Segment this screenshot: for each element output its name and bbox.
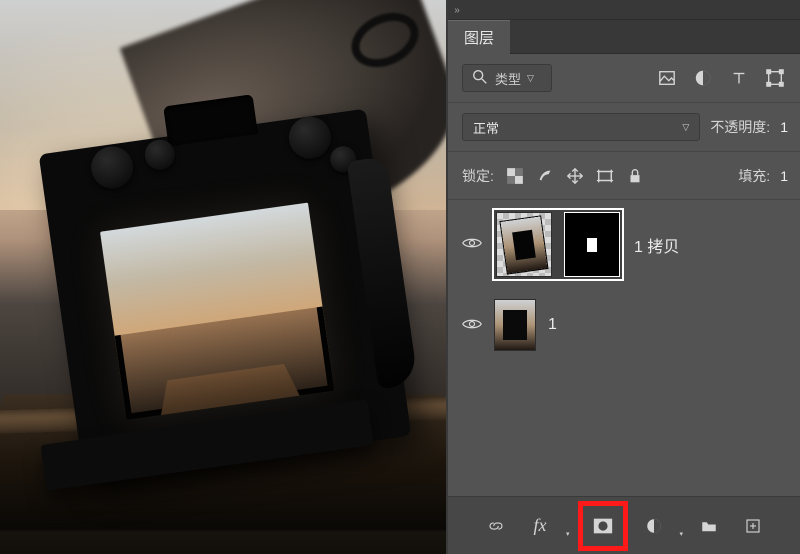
layers-panel-footer: fx ▾ ▾ [448,496,800,554]
lock-all-icon[interactable] [624,163,646,189]
blend-mode-value: 正常 [473,118,499,137]
lock-artboard-icon[interactable] [594,163,616,189]
type-filter-icon[interactable] [726,65,752,91]
lock-label: 锁定: [462,166,494,186]
adjustment-menu-caret[interactable]: ▾ [680,530,684,538]
lock-row: 锁定: 填充: 1 [448,152,800,200]
layers-list: 1 拷贝 1 [448,200,800,496]
visibility-toggle[interactable] [462,236,482,253]
filter-type-label: 类型 [495,69,521,88]
panel-collapse-caret[interactable]: » [448,1,466,19]
panel-header-bar: » [448,0,800,20]
layer-thumbnail[interactable] [496,212,552,277]
chevron-down-icon: ▽ [527,73,534,84]
new-layer-icon[interactable] [735,508,771,544]
fx-menu-caret[interactable]: ▾ [566,530,570,538]
search-icon [471,68,489,89]
blend-mode-row: 正常 ▽ 不透明度: 1 [448,103,800,152]
layer-mask-thumbnail[interactable] [564,212,620,277]
fill-value[interactable]: 1 [780,168,788,184]
image-filter-icon[interactable] [654,65,680,91]
blend-mode-select[interactable]: 正常 ▽ [462,113,700,141]
fx-icon[interactable]: fx [522,508,558,544]
layer-row-1-copy[interactable]: 1 拷贝 [448,200,800,289]
lock-pixels-icon[interactable] [534,163,556,189]
shape-filter-icon[interactable] [762,65,788,91]
fill-label: 填充: [738,166,770,186]
layer-name[interactable]: 1 [548,316,557,334]
chevron-down-icon: ▽ [682,122,689,133]
layer-filter-row: 类型 ▽ [448,54,800,103]
opacity-value[interactable]: 1 [780,119,788,135]
lock-position-icon[interactable] [564,163,586,189]
visibility-toggle[interactable] [462,317,482,334]
adjustment-layer-icon[interactable] [636,508,672,544]
layer-thumbnail[interactable] [494,299,536,351]
layer-row-1[interactable]: 1 [448,289,800,361]
layer-name[interactable]: 1 拷贝 [634,233,679,257]
tab-layers[interactable]: 图层 [448,20,510,54]
mask-icon[interactable] [583,506,623,546]
link-icon[interactable] [478,508,514,544]
lock-transparency-icon[interactable] [504,163,526,189]
document-canvas[interactable] [0,0,448,554]
panel-tabs: 图层 [448,20,800,54]
adjustment-filter-icon[interactable] [690,65,716,91]
highlighted-mask-button [578,501,628,551]
opacity-label: 不透明度: [710,117,770,137]
layers-panel: » 图层 类型 ▽ 正常 ▽ 不透明度: [448,0,800,554]
group-icon[interactable] [691,508,727,544]
layer-filter-type[interactable]: 类型 ▽ [462,64,552,92]
